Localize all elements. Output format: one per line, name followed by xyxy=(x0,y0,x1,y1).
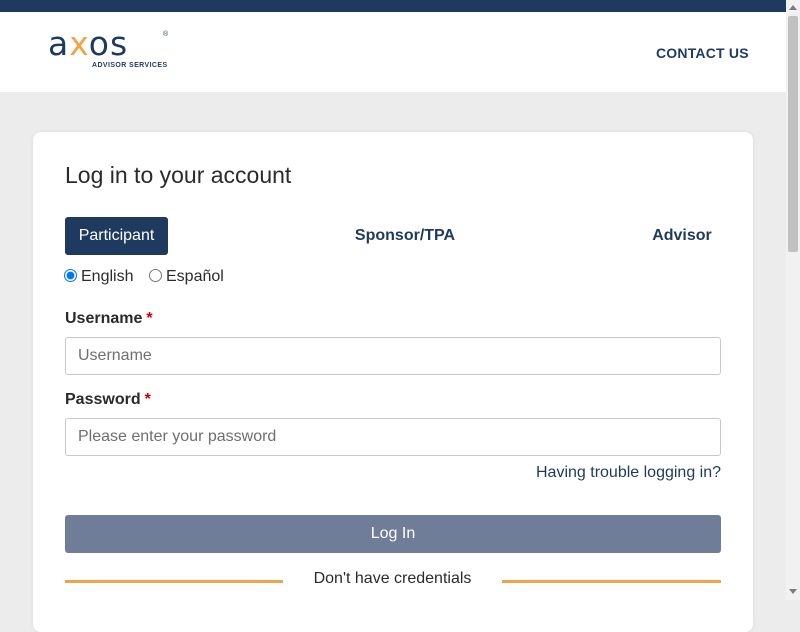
contact-us-link[interactable]: CONTACT US xyxy=(656,45,749,61)
spanish-label: Español xyxy=(166,268,224,285)
divider-left xyxy=(65,580,283,583)
tab-participant[interactable]: Participant xyxy=(65,217,168,255)
no-credentials-text: Don't have credentials xyxy=(313,570,472,587)
top-accent-bar xyxy=(0,0,786,12)
username-label: Username * xyxy=(65,310,153,328)
username-label-text: Username xyxy=(65,310,143,327)
divider-right xyxy=(502,580,721,583)
axos-logo[interactable]: axos ® ADVISOR SERVICES xyxy=(48,24,170,74)
scroll-thumb[interactable] xyxy=(788,16,798,252)
registered-mark: ® xyxy=(163,31,169,38)
english-label: English xyxy=(81,268,134,285)
language-option-english[interactable]: English xyxy=(64,267,133,287)
username-input[interactable] xyxy=(65,337,721,375)
password-label-text: Password xyxy=(65,391,141,408)
scroll-up-arrow-icon[interactable] xyxy=(789,5,797,10)
required-marker: * xyxy=(146,310,153,327)
page-scrollbar[interactable] xyxy=(786,0,800,600)
password-input[interactable] xyxy=(65,418,721,456)
site-header: axos ® ADVISOR SERVICES CONTACT US xyxy=(0,12,786,92)
password-label: Password * xyxy=(65,391,151,409)
required-marker: * xyxy=(144,391,151,408)
log-in-button[interactable]: Log In xyxy=(65,515,721,553)
english-radio[interactable] xyxy=(64,269,77,282)
logo-wordmark: axos xyxy=(48,24,129,63)
logo-subtitle: ADVISOR SERVICES xyxy=(92,62,168,69)
tab-sponsor-tpa[interactable]: Sponsor/TPA xyxy=(351,217,459,255)
spanish-radio[interactable] xyxy=(149,269,162,282)
language-option-spanish[interactable]: Español xyxy=(149,267,224,287)
page-title: Log in to your account xyxy=(65,162,292,188)
scroll-down-arrow-icon[interactable] xyxy=(789,589,797,594)
tab-advisor[interactable]: Advisor xyxy=(649,217,715,255)
trouble-logging-in-link[interactable]: Having trouble logging in? xyxy=(536,464,721,482)
login-card: Log in to your account Participant Spons… xyxy=(33,132,753,632)
